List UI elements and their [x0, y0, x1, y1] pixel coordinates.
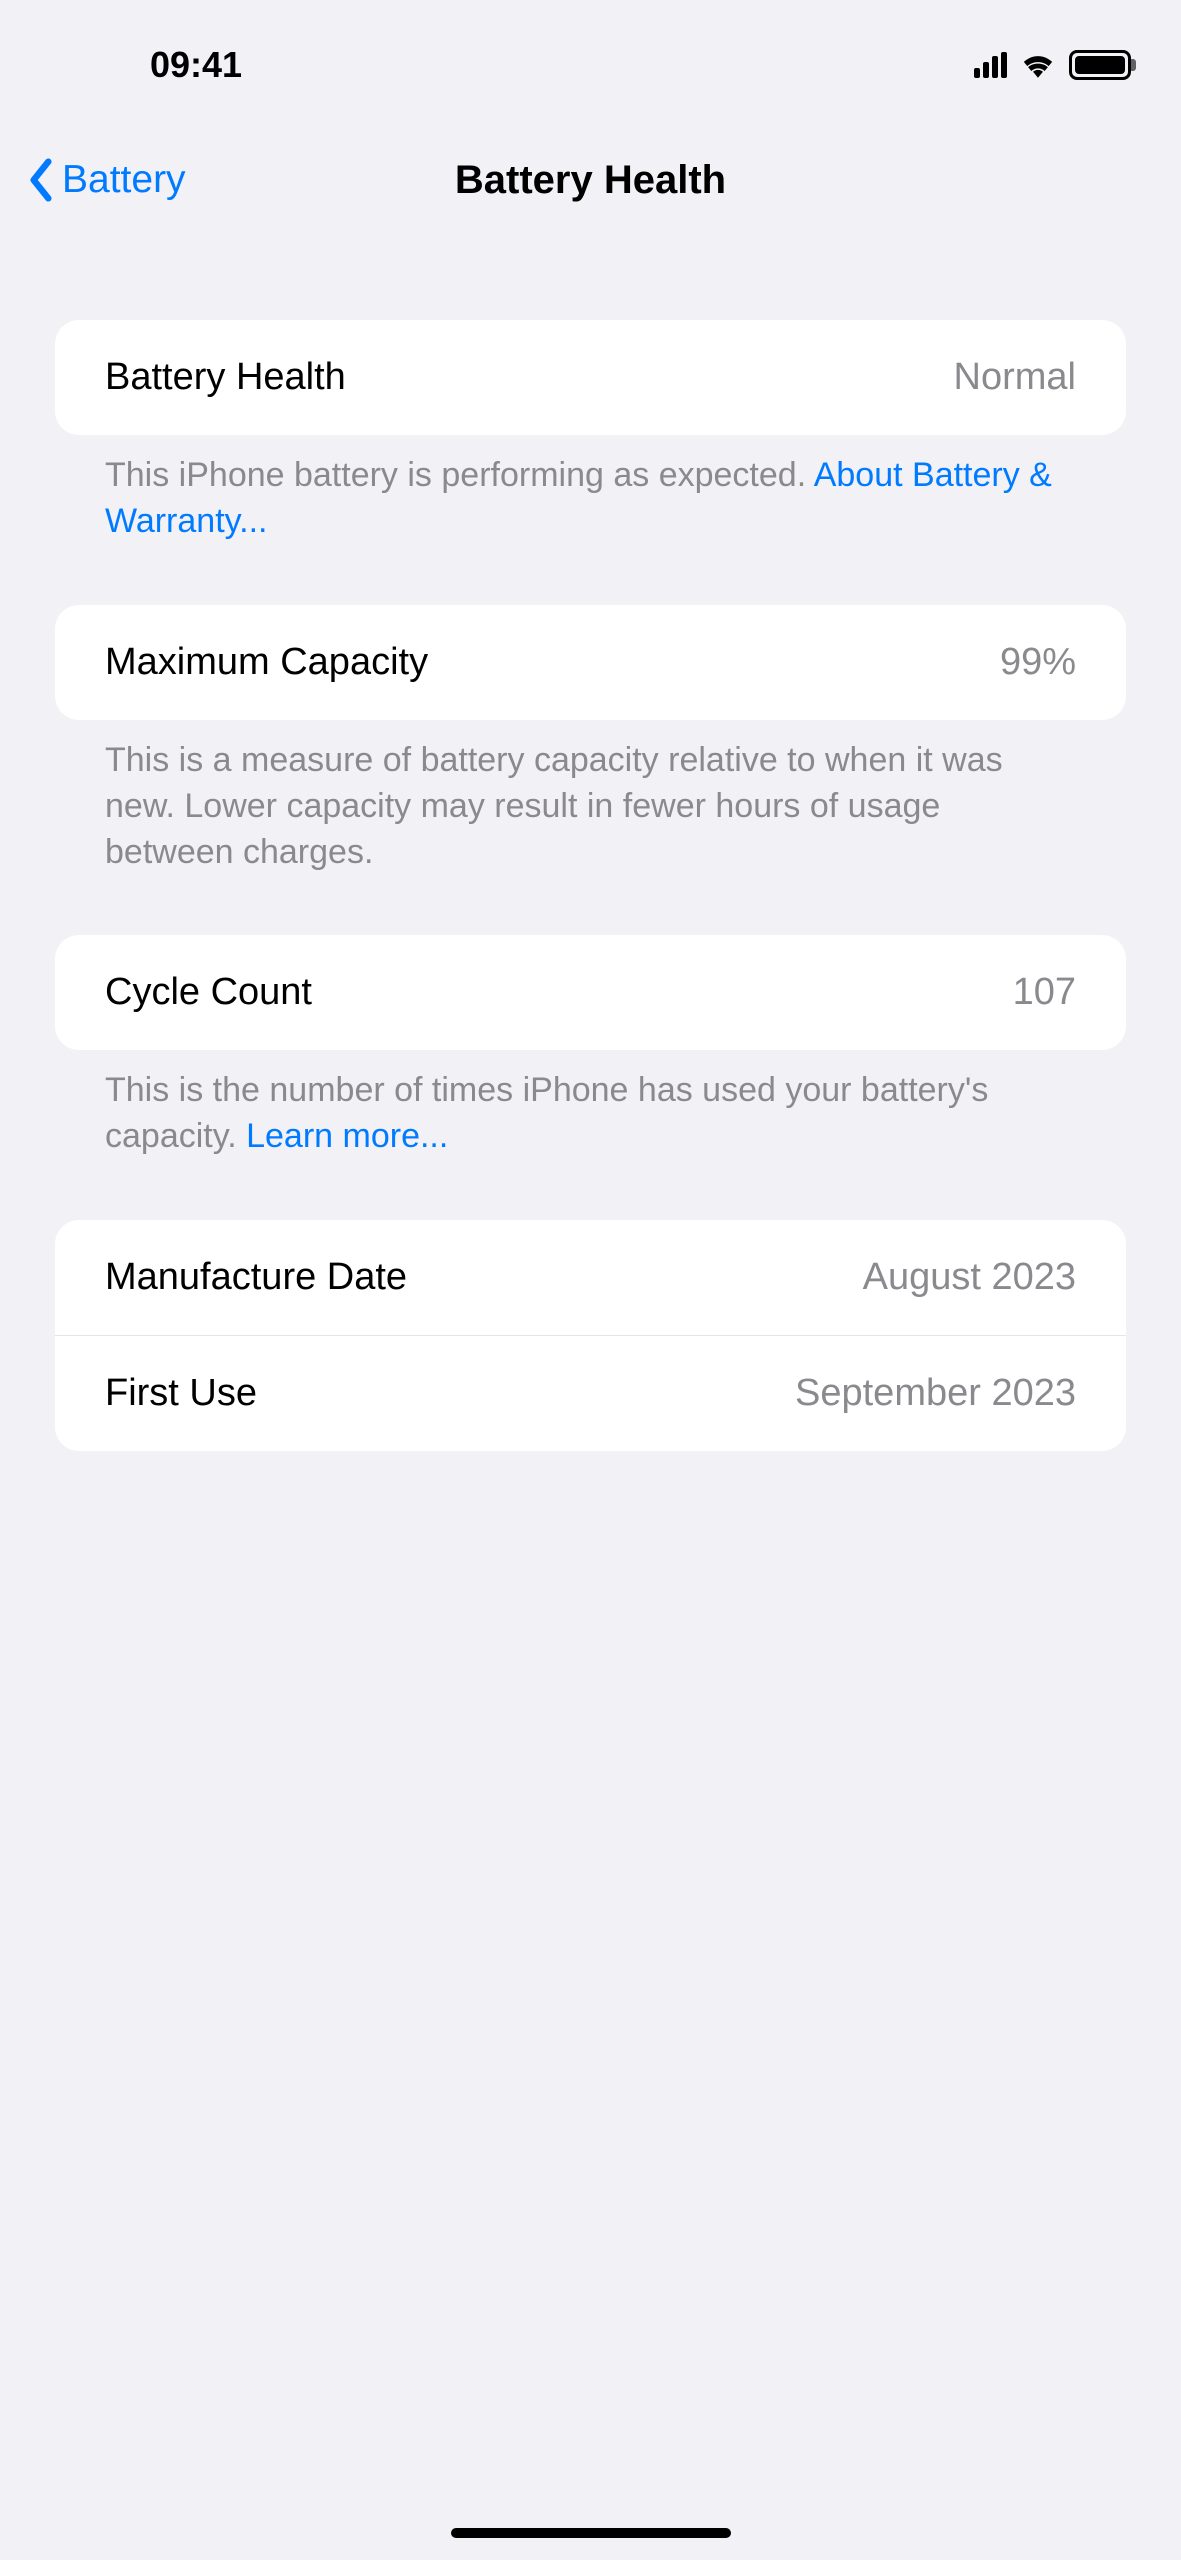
card-battery-health: Battery Health Normal [55, 320, 1126, 435]
content: Battery Health Normal This iPhone batter… [0, 230, 1181, 1451]
cycle-count-value: 107 [1013, 971, 1076, 1014]
group-dates: Manufacture Date August 2023 First Use S… [55, 1220, 1126, 1451]
row-manufacture-date[interactable]: Manufacture Date August 2023 [55, 1220, 1126, 1335]
group-maximum-capacity: Maximum Capacity 99% This is a measure o… [55, 605, 1126, 876]
maximum-capacity-label: Maximum Capacity [105, 641, 428, 684]
cycle-count-footer-text: This is the number of times iPhone has u… [105, 1071, 988, 1155]
nav-header: Battery Battery Health [0, 130, 1181, 230]
home-indicator [451, 2528, 731, 2538]
footer-cycle-count: This is the number of times iPhone has u… [55, 1050, 1126, 1160]
row-cycle-count[interactable]: Cycle Count 107 [55, 935, 1126, 1050]
battery-health-footer-text: This iPhone battery is performing as exp… [105, 456, 814, 494]
status-bar: 09:41 [0, 0, 1181, 130]
cycle-count-label: Cycle Count [105, 971, 312, 1014]
first-use-label: First Use [105, 1372, 257, 1415]
maximum-capacity-footer-text: This is a measure of battery capacity re… [105, 741, 1003, 871]
row-first-use[interactable]: First Use September 2023 [55, 1335, 1126, 1451]
status-time: 09:41 [150, 44, 242, 86]
manufacture-date-label: Manufacture Date [105, 1256, 407, 1299]
manufacture-date-value: August 2023 [863, 1256, 1076, 1299]
battery-health-value: Normal [954, 356, 1076, 399]
footer-battery-health: This iPhone battery is performing as exp… [55, 435, 1126, 545]
learn-more-link[interactable]: Learn more... [246, 1117, 448, 1155]
card-maximum-capacity: Maximum Capacity 99% [55, 605, 1126, 720]
wifi-icon [1021, 52, 1055, 78]
battery-health-label: Battery Health [105, 356, 346, 399]
group-battery-health: Battery Health Normal This iPhone batter… [55, 320, 1126, 545]
group-cycle-count: Cycle Count 107 This is the number of ti… [55, 935, 1126, 1160]
cellular-icon [974, 52, 1007, 78]
page-title: Battery Health [455, 158, 726, 203]
card-dates: Manufacture Date August 2023 First Use S… [55, 1220, 1126, 1451]
battery-icon [1069, 50, 1131, 80]
chevron-left-icon [28, 158, 54, 202]
back-label: Battery [62, 158, 186, 202]
first-use-value: September 2023 [795, 1372, 1076, 1415]
row-battery-health[interactable]: Battery Health Normal [55, 320, 1126, 435]
back-button[interactable]: Battery [28, 158, 186, 202]
maximum-capacity-value: 99% [1000, 641, 1076, 684]
row-maximum-capacity[interactable]: Maximum Capacity 99% [55, 605, 1126, 720]
status-indicators [974, 50, 1131, 80]
footer-maximum-capacity: This is a measure of battery capacity re… [55, 720, 1126, 876]
card-cycle-count: Cycle Count 107 [55, 935, 1126, 1050]
